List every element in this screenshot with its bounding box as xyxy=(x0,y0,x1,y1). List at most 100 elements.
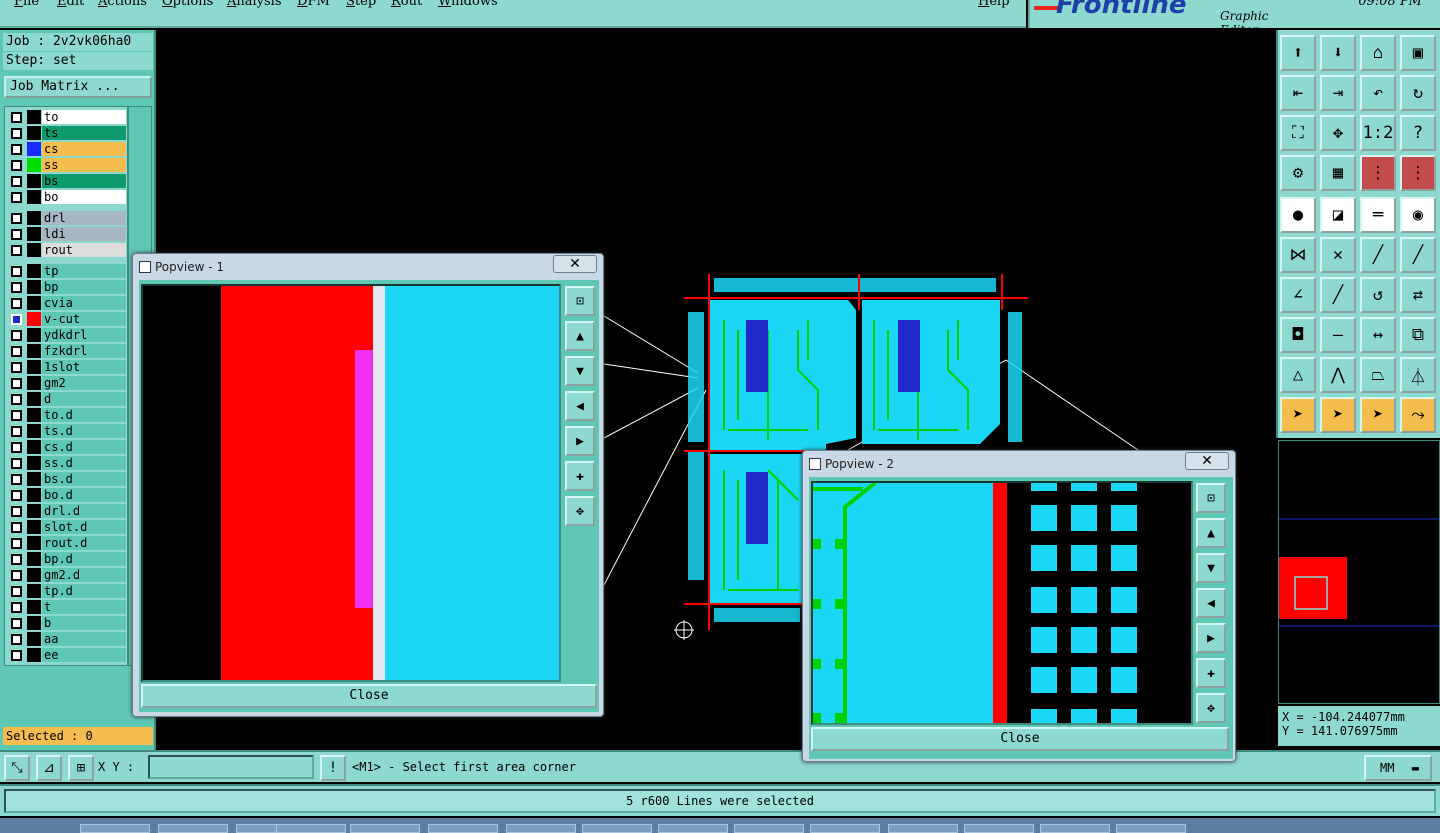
angle-button[interactable]: ∠ xyxy=(1280,277,1316,313)
popview-1-close-button[interactable]: Close xyxy=(141,684,597,708)
layer-row-tp.d[interactable]: tp.d xyxy=(6,583,127,599)
layer-row-ee[interactable]: ee xyxy=(6,647,127,663)
layer-checkbox[interactable] xyxy=(11,112,22,123)
layer-checkbox[interactable] xyxy=(11,570,22,581)
layer-color-swatch[interactable] xyxy=(27,360,41,374)
layer-row-bo[interactable]: bo xyxy=(6,189,127,205)
arc-button[interactable]: ⋀ xyxy=(1320,357,1356,393)
layer-color-swatch[interactable] xyxy=(27,536,41,550)
layer-color-swatch[interactable] xyxy=(27,312,41,326)
layer-checkbox[interactable] xyxy=(11,245,22,256)
layer-color-swatch[interactable] xyxy=(27,264,41,278)
pop2-pan-up-button[interactable]: ▲ xyxy=(1196,518,1226,548)
layer-color-swatch[interactable] xyxy=(27,190,41,204)
pad-button[interactable]: ◉ xyxy=(1400,197,1436,233)
redraw-button[interactable]: ↻ xyxy=(1400,75,1436,111)
layer-checkbox[interactable] xyxy=(11,538,22,549)
home-button[interactable]: ⌂ xyxy=(1360,35,1396,71)
pop1-pan-up-button[interactable]: ▲ xyxy=(565,321,595,351)
layer-color-swatch[interactable] xyxy=(27,584,41,598)
layer-checkbox[interactable] xyxy=(11,346,22,357)
taskbar-app-button[interactable] xyxy=(1040,824,1110,833)
layer-checkbox[interactable] xyxy=(11,426,22,437)
layer-row-rout[interactable]: rout xyxy=(6,242,127,258)
layer-color-swatch[interactable] xyxy=(27,648,41,662)
overview-map[interactable] xyxy=(1278,440,1440,704)
popview-2-close-x[interactable]: ✕ xyxy=(1185,452,1229,470)
layer-checkbox[interactable] xyxy=(11,442,22,453)
pop1-zoom-fit-button[interactable]: ⊡ xyxy=(565,286,595,316)
step-right-button[interactable]: ⇥ xyxy=(1320,75,1356,111)
undo-button[interactable]: ↶ xyxy=(1360,75,1396,111)
layer-checkbox[interactable] xyxy=(11,490,22,501)
pop2-pan-right-button[interactable]: ▶ xyxy=(1196,623,1226,653)
layer-row-gm2.d[interactable]: gm2.d xyxy=(6,567,127,583)
grid-button[interactable]: ▦ xyxy=(1320,155,1356,191)
layer-row-b[interactable]: b xyxy=(6,615,127,631)
cross-button[interactable]: ✕ xyxy=(1320,237,1356,273)
taskbar-app-button[interactable] xyxy=(1116,824,1186,833)
layer-row-ss.d[interactable]: ss.d xyxy=(6,455,127,471)
layer-checkbox[interactable] xyxy=(11,378,22,389)
layer-color-swatch[interactable] xyxy=(27,424,41,438)
polygon-button[interactable]: ⏃ xyxy=(1400,357,1436,393)
dash-button[interactable]: — xyxy=(1320,317,1356,353)
triangle-button[interactable]: △ xyxy=(1280,357,1316,393)
layer-checkbox[interactable] xyxy=(11,282,22,293)
layer-checkbox[interactable] xyxy=(11,618,22,629)
layer-checkbox[interactable] xyxy=(11,229,22,240)
pop1-zoom-out-button[interactable]: ✥ xyxy=(565,496,595,526)
taskbar-app-button[interactable] xyxy=(658,824,728,833)
pointer-button[interactable]: ➤ xyxy=(1280,397,1316,433)
line-end-button[interactable]: ╱ xyxy=(1400,237,1436,273)
layer-color-swatch[interactable] xyxy=(27,376,41,390)
menu-edit[interactable]: Edit xyxy=(57,0,84,9)
taskbar-app-button[interactable] xyxy=(582,824,652,833)
layer-color-swatch[interactable] xyxy=(27,616,41,630)
taskbar-app-button[interactable] xyxy=(80,824,150,833)
job-matrix-button[interactable]: Job Matrix ... xyxy=(4,76,152,98)
layer-color-swatch[interactable] xyxy=(27,440,41,454)
window-button[interactable]: ▣ xyxy=(1400,35,1436,71)
layer-color-swatch[interactable] xyxy=(27,296,41,310)
popview-1-view[interactable] xyxy=(141,284,561,682)
menu-windows[interactable]: Windows xyxy=(438,0,498,9)
layer-row-to.d[interactable]: to.d xyxy=(6,407,127,423)
unit-selector[interactable]: MM ▬ xyxy=(1364,755,1432,781)
step-left-button[interactable]: ⇤ xyxy=(1280,75,1316,111)
layer-color-swatch[interactable] xyxy=(27,344,41,358)
pointer-rot-button[interactable]: ➤ xyxy=(1360,397,1396,433)
layer-color-swatch[interactable] xyxy=(27,392,41,406)
layer-checkbox[interactable] xyxy=(11,266,22,277)
layer-checkbox[interactable] xyxy=(11,506,22,517)
layer-row-bs.d[interactable]: bs.d xyxy=(6,471,127,487)
layer-color-swatch[interactable] xyxy=(27,158,41,172)
layer-row-aa[interactable]: aa xyxy=(6,631,127,647)
layer-checkbox[interactable] xyxy=(11,554,22,565)
menu-file[interactable]: File xyxy=(14,0,39,9)
layer-checkbox[interactable] xyxy=(11,298,22,309)
layer-color-swatch[interactable] xyxy=(27,552,41,566)
layer-row-cs.d[interactable]: cs.d xyxy=(6,439,127,455)
fit-button[interactable]: ⛶ xyxy=(1280,115,1316,151)
layer-row-ts.d[interactable]: ts.d xyxy=(6,423,127,439)
layer-checkbox[interactable] xyxy=(11,192,22,203)
layer-checkbox[interactable] xyxy=(11,176,22,187)
layer-color-swatch[interactable] xyxy=(27,174,41,188)
layer-row-drl[interactable]: drl xyxy=(6,210,127,226)
layer-down-button[interactable]: ⬇ xyxy=(1320,35,1356,71)
layer-color-swatch[interactable] xyxy=(27,227,41,241)
menu-help[interactable]: Help xyxy=(978,0,1010,9)
pointer-box-button[interactable]: ➤ xyxy=(1320,397,1356,433)
layer-color-swatch[interactable] xyxy=(27,280,41,294)
taskbar-app-button[interactable] xyxy=(158,824,228,833)
route-button[interactable]: ⤳ xyxy=(1400,397,1436,433)
layer-row-bp.d[interactable]: bp.d xyxy=(6,551,127,567)
layer-checkbox[interactable] xyxy=(11,410,22,421)
layer-color-swatch[interactable] xyxy=(27,488,41,502)
layer-checkbox[interactable] xyxy=(11,602,22,613)
layer-row-to[interactable]: to xyxy=(6,109,127,125)
pop1-pan-right-button[interactable]: ▶ xyxy=(565,426,595,456)
alert-button[interactable]: ! xyxy=(320,755,346,781)
draw-button[interactable]: ◪ xyxy=(1320,197,1356,233)
